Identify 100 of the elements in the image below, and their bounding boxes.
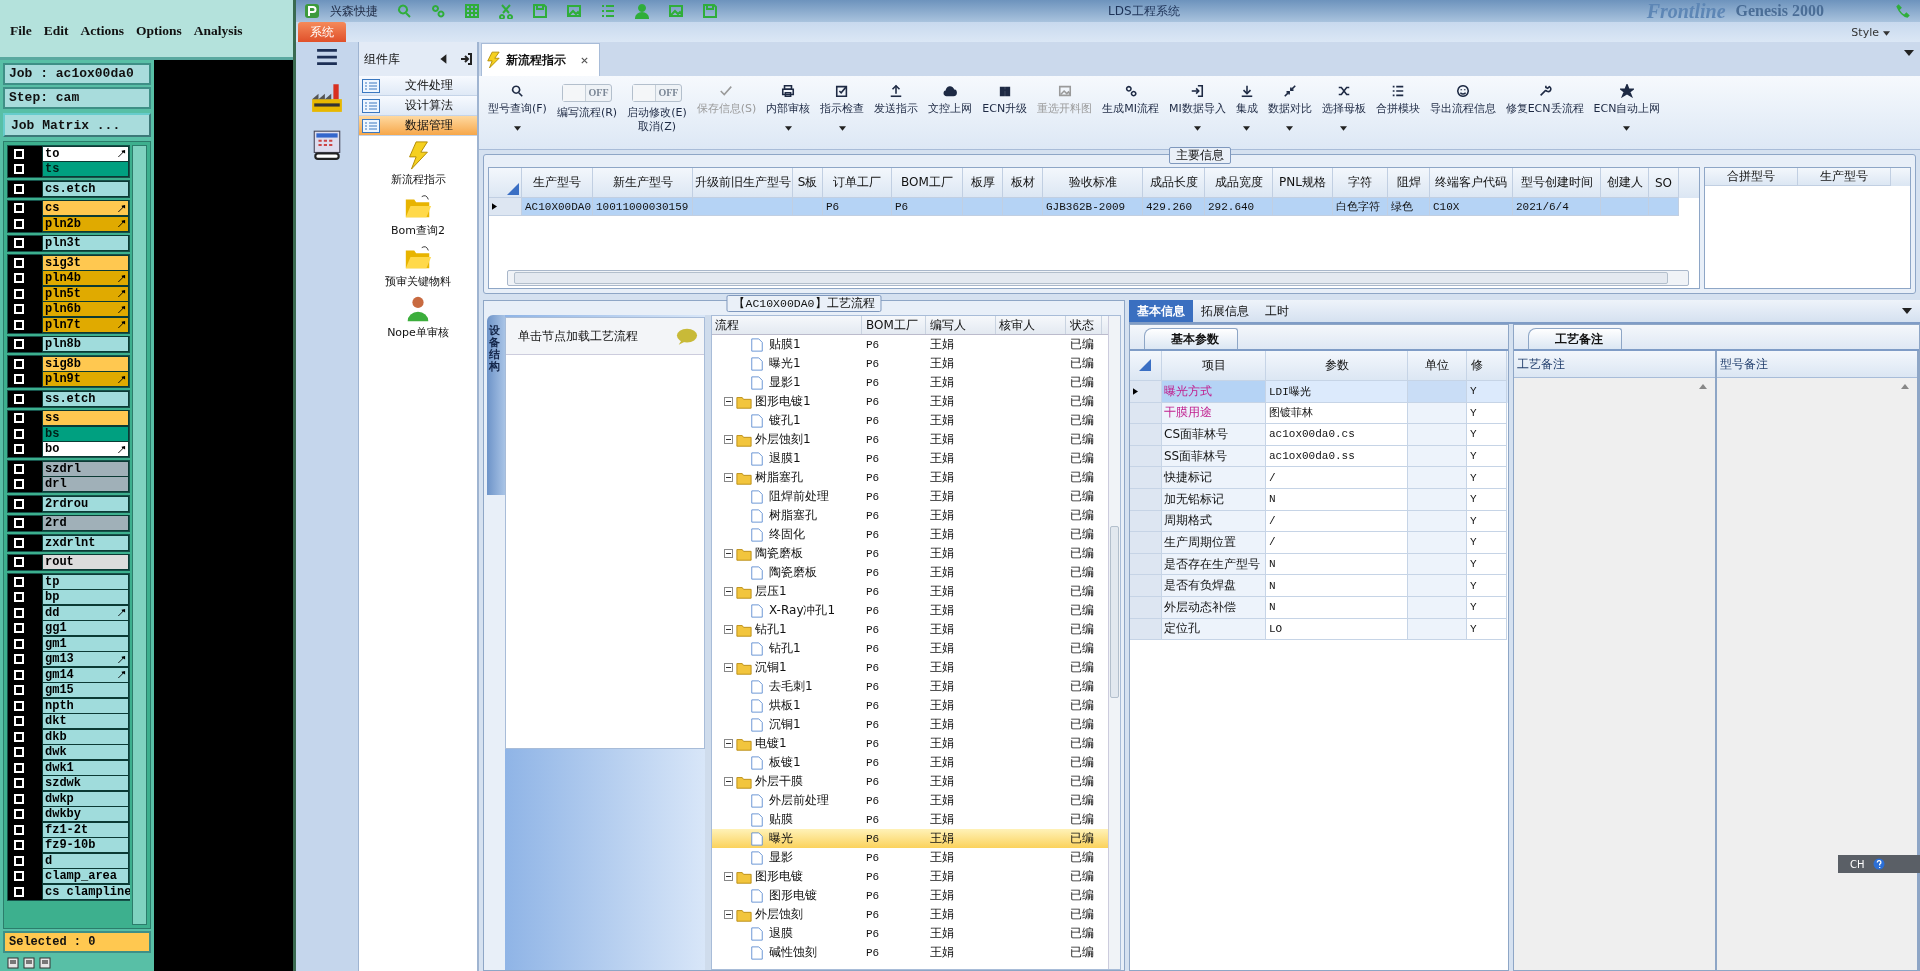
layer-checkbox[interactable] (14, 288, 24, 299)
toolbar-button[interactable]: ECN升级 (977, 84, 1033, 116)
layer-name[interactable]: ss.etch (42, 390, 129, 407)
tree-row[interactable]: 曝光 P6 王娟 已编 (712, 829, 1108, 848)
toolbar-button[interactable]: 发送指示 (869, 84, 924, 116)
expander-icon[interactable] (724, 777, 733, 786)
scrollbar[interactable] (132, 145, 147, 925)
document-tab[interactable]: 新流程指示 (481, 43, 600, 76)
dropdown-caret-icon[interactable] (1904, 50, 1914, 56)
tab[interactable]: 基本信息 (1129, 300, 1193, 322)
table-row[interactable]: 是否有负焊盘 N Y (1130, 575, 1508, 597)
expander-icon[interactable] (724, 587, 733, 596)
tree-row[interactable]: 外层蚀刻1 P6 王娟 已编 (712, 430, 1108, 449)
job-matrix-button[interactable]: Job Matrix ... (3, 113, 151, 137)
expander-icon[interactable] (724, 625, 733, 634)
layer-name[interactable]: clamp_area (42, 868, 129, 885)
layer-checkbox[interactable] (14, 576, 24, 587)
layer-name[interactable]: 2rd (42, 515, 129, 532)
layer-checkbox[interactable] (14, 518, 24, 529)
column-header[interactable]: 型号备注 (1716, 351, 1917, 378)
layer-checkbox[interactable] (14, 855, 24, 866)
layer-name[interactable]: pln8b (42, 336, 129, 353)
close-icon[interactable] (580, 55, 589, 65)
layer-checkbox[interactable] (14, 238, 24, 249)
layer-checkbox[interactable] (14, 557, 24, 568)
layer-name[interactable]: tp (42, 573, 129, 590)
layer-name[interactable]: ts (42, 161, 129, 178)
layer-name[interactable]: gm13 (42, 651, 129, 668)
layer-name[interactable]: szdwk (42, 775, 129, 792)
toolbar-button[interactable]: 内部审核 (761, 84, 816, 131)
tree-row[interactable]: 钻孔1 P6 王娟 已编 (712, 639, 1108, 658)
layer-checkbox[interactable] (14, 716, 24, 727)
layer-name[interactable]: szdrl (42, 460, 129, 477)
layer-name[interactable]: dwkby (42, 806, 129, 823)
column-header[interactable]: 流程 (712, 316, 862, 334)
expander-icon[interactable] (724, 663, 733, 672)
tree-row[interactable]: 碱性蚀刻 P6 王娟 已编 (712, 943, 1108, 962)
layer-checkbox[interactable] (14, 638, 24, 649)
layer-checkbox[interactable] (14, 778, 24, 789)
tree-row[interactable]: 烘板1 P6 王娟 已编 (712, 696, 1108, 715)
expander-icon[interactable] (724, 549, 733, 558)
table-row[interactable]: 加无铅标记 N Y (1130, 488, 1508, 511)
layer-checkbox[interactable] (14, 762, 24, 773)
menu-item[interactable]: Analysis (193, 22, 243, 39)
layer-checkbox[interactable] (14, 824, 24, 835)
tree-row[interactable]: 外层蚀刻 P6 王娟 已编 (712, 905, 1108, 924)
table-row[interactable]: CS面菲林号 ac1ox00da0.cs Y (1130, 424, 1508, 446)
toolbar-button[interactable]: 选择母板 (1316, 84, 1371, 131)
layer-checkbox[interactable] (14, 273, 24, 284)
layer-checkbox[interactable] (14, 886, 24, 897)
table-row[interactable]: 是否存在生产型号 N Y (1130, 553, 1508, 576)
tree-row[interactable]: 层压1 P6 王娟 已编 (712, 582, 1108, 601)
layer-name[interactable]: dkt (42, 713, 129, 730)
tree-row[interactable]: 钻孔1 P6 王娟 已编 (712, 620, 1108, 639)
layer-checkbox[interactable] (14, 747, 24, 758)
layer-name[interactable]: gg1 (42, 620, 129, 637)
toggle-button[interactable]: OFF 编写流程(R) (551, 84, 623, 120)
table-row[interactable]: AC10X00DA0 10011000030159 P6 P6 GJB362B-2009 429.260 292.640 白色字符 绿色 C10X 2021/6/4 (489, 198, 1699, 216)
column-header[interactable]: 生产型号 (1798, 168, 1891, 186)
layer-checkbox[interactable] (14, 592, 24, 603)
layer-checkbox[interactable] (14, 463, 24, 474)
scroll-up-icon[interactable] (1698, 384, 1707, 389)
column-header[interactable]: BOM工厂 (862, 316, 926, 334)
expander-icon[interactable] (724, 910, 733, 919)
toolbar-button[interactable]: 合拼模块 (1370, 84, 1425, 116)
layer-name[interactable]: sig8b (42, 355, 129, 372)
layer-name[interactable]: to (42, 145, 129, 162)
layer-name[interactable]: ss (42, 410, 129, 427)
tree-row[interactable]: 图形电镀 P6 王娟 已编 (712, 867, 1108, 886)
layer-name[interactable]: dwk (42, 744, 129, 761)
layer-name[interactable]: pln6b (42, 301, 129, 318)
table-row[interactable]: 曝光方式 LDI曝光 Y (1130, 381, 1508, 403)
layer-name[interactable]: cs (42, 200, 129, 217)
tree-row[interactable]: 沉铜1 P6 王娟 已编 (712, 658, 1108, 677)
layer-checkbox[interactable] (14, 479, 24, 490)
layer-checkbox[interactable] (14, 164, 24, 175)
tree-row[interactable]: 树脂塞孔 P6 王娟 已编 (712, 468, 1108, 487)
expander-icon[interactable] (724, 435, 733, 444)
layer-checkbox[interactable] (14, 413, 24, 424)
table-row[interactable]: 干膜用途 图镀菲林 Y (1130, 402, 1508, 425)
layer-checkbox[interactable] (14, 731, 24, 742)
layer-checkbox[interactable] (14, 685, 24, 696)
expander-icon[interactable] (724, 397, 733, 406)
layer-checkbox[interactable] (14, 393, 24, 404)
dropdown-caret-icon[interactable] (1902, 308, 1912, 314)
table-row[interactable]: 定位孔 LO Y (1130, 618, 1508, 641)
toolbar-button[interactable]: ECN自动上网 (1588, 84, 1666, 131)
panel-icon[interactable] (7, 957, 19, 969)
layer-checkbox[interactable] (14, 428, 24, 439)
panel-icon[interactable] (39, 957, 51, 969)
tree-row[interactable]: 阻焊前处理 P6 王娟 已编 (712, 487, 1108, 506)
layer-name[interactable]: bp (42, 589, 129, 606)
layer-checkbox[interactable] (14, 148, 24, 159)
layer-name[interactable]: pln9t (42, 371, 129, 388)
layer-checkbox[interactable] (14, 793, 24, 804)
layer-name[interactable]: gm15 (42, 682, 129, 699)
style-menu[interactable]: Style (1851, 22, 1920, 42)
column-header[interactable]: 核审人 (996, 316, 1066, 334)
table-row[interactable]: 周期格式 / Y (1130, 510, 1508, 533)
scrollbar[interactable] (507, 270, 1689, 286)
